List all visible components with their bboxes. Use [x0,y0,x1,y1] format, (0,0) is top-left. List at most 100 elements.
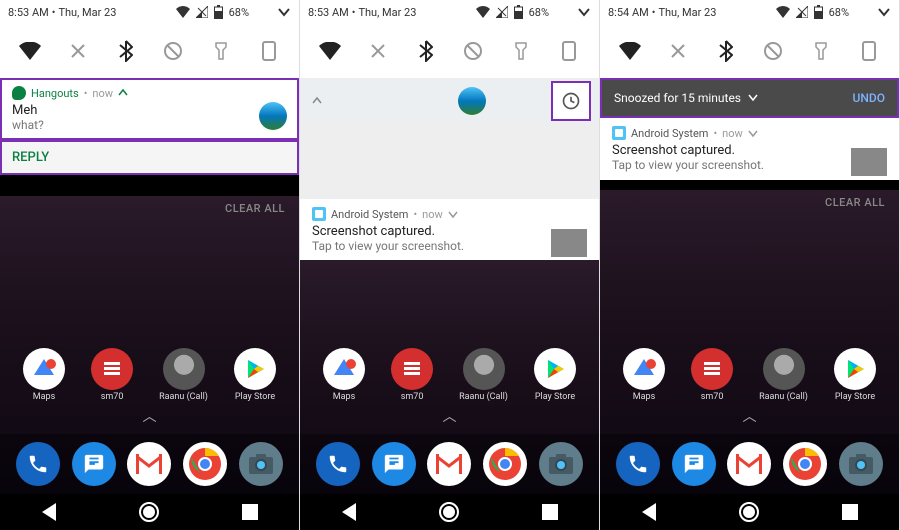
snooze-confirmation: Snoozed for 15 minutes UNDO [600,78,899,118]
nav-recent[interactable] [242,504,258,520]
app-drawer-handle[interactable]: ︿ [600,406,899,426]
nav-back[interactable] [642,503,656,521]
clock: 8:53 AM [8,6,49,19]
hangouts-notification[interactable]: Hangouts • now Meh what? [0,78,299,140]
dock-camera[interactable] [239,442,283,486]
home-apps-row: Maps sm70 Raanu (Call) Play Store [600,348,899,402]
wifi-icon [176,6,190,18]
notif-title: Screenshot captured. [612,143,887,158]
dock-camera[interactable] [539,442,583,486]
qs-wifi-icon[interactable] [619,40,641,62]
nav-back[interactable] [42,503,56,521]
app-playstore[interactable]: Play Store [834,348,876,402]
collapse-icon[interactable] [312,96,322,106]
expand-icon[interactable] [577,5,591,19]
dock-messages[interactable] [372,442,416,486]
date: Thu, Mar 23 [658,6,716,19]
app-maps[interactable]: Maps [323,348,365,402]
nav-back[interactable] [342,503,356,521]
notif-settings-button[interactable] [503,81,543,121]
nav-recent[interactable] [542,504,558,520]
snooze-duration-picker[interactable] [748,91,758,105]
clear-all-button[interactable]: CLEAR ALL [825,196,885,209]
qs-rotate-icon[interactable] [858,40,880,62]
screenshot-notification[interactable]: Android System • now Screenshot captured… [600,118,899,180]
app-sm70[interactable]: sm70 [691,348,733,402]
qs-wifi-icon[interactable] [19,40,41,62]
app-drawer-handle[interactable]: ︿ [0,406,299,426]
nav-home[interactable] [439,502,459,522]
qs-cell-icon[interactable] [367,40,389,62]
dock-gmail[interactable] [427,442,471,486]
dock-chrome[interactable] [183,442,227,486]
app-playstore[interactable]: Play Store [534,348,576,402]
qs-rotate-icon[interactable] [258,40,280,62]
home-apps-row: Maps sm70 Raanu (Call) Play Store [0,348,299,402]
expand-icon[interactable] [877,5,891,19]
app-maps[interactable]: Maps [23,348,65,402]
nav-recent[interactable] [842,504,858,520]
quick-settings [600,24,899,78]
date: Thu, Mar 23 [58,6,116,19]
dock-messages[interactable] [72,442,116,486]
sender-avatar [259,102,287,130]
settings-icon[interactable] [255,4,271,20]
expand-icon[interactable] [748,128,758,138]
dock-gmail[interactable] [727,442,771,486]
notif-time: now [92,87,113,100]
nav-home[interactable] [139,502,159,522]
dock-chrome[interactable] [483,442,527,486]
collapse-icon[interactable] [118,88,128,98]
qs-rotate-icon[interactable] [558,40,580,62]
app-maps[interactable]: Maps [623,348,665,402]
qs-wifi-icon[interactable] [319,40,341,62]
reply-button[interactable]: REPLY [0,140,299,175]
nav-home[interactable] [739,502,759,522]
app-drawer-handle[interactable]: ︿ [300,406,599,426]
swipe-gap [300,124,599,198]
clear-all-button[interactable]: CLEAR ALL [225,202,285,215]
dock-phone[interactable] [616,442,660,486]
undo-button[interactable]: UNDO [853,91,885,105]
app-contact[interactable]: Raanu (Call) [759,348,808,402]
qs-flashlight-icon[interactable] [810,40,832,62]
screenshot-panel-1: 8:53 AM • Thu, Mar 23 68% [0,0,300,530]
qs-flashlight-icon[interactable] [510,40,532,62]
qs-flashlight-icon[interactable] [210,40,232,62]
signal-icon [496,6,508,18]
navbar [0,494,299,530]
qs-bluetooth-icon[interactable] [415,40,437,62]
dock-chrome[interactable] [783,442,827,486]
app-sm70[interactable]: sm70 [391,348,433,402]
qs-dnd-icon[interactable] [762,40,784,62]
qs-dnd-icon[interactable] [162,40,184,62]
app-contact[interactable]: Raanu (Call) [459,348,508,402]
navbar [600,494,899,530]
qs-bluetooth-icon[interactable] [715,40,737,62]
dock-phone[interactable] [316,442,360,486]
statusbar: 8:54 AM • Thu, Mar 23 68% [600,0,899,24]
qs-cell-icon[interactable] [67,40,89,62]
app-playstore[interactable]: Play Store [234,348,276,402]
settings-icon[interactable] [555,4,571,20]
quick-settings [300,24,599,78]
signal-icon [796,6,808,18]
dock-camera[interactable] [839,442,883,486]
battery-icon [514,5,523,19]
dock-phone[interactable] [16,442,60,486]
app-contact[interactable]: Raanu (Call) [159,348,208,402]
qs-bluetooth-icon[interactable] [115,40,137,62]
qs-cell-icon[interactable] [667,40,689,62]
screenshot-notification[interactable]: Android System • now Screenshot captured… [300,198,599,261]
snooze-button[interactable] [551,81,591,121]
expand-icon[interactable] [448,209,458,219]
qs-dnd-icon[interactable] [462,40,484,62]
battery-icon [814,5,823,19]
dock-messages[interactable] [672,442,716,486]
notif-title: Screenshot captured. [312,224,587,239]
dock-gmail[interactable] [127,442,171,486]
app-sm70[interactable]: sm70 [91,348,133,402]
android-system-icon [612,126,626,140]
settings-icon[interactable] [855,4,871,20]
expand-icon[interactable] [277,5,291,19]
